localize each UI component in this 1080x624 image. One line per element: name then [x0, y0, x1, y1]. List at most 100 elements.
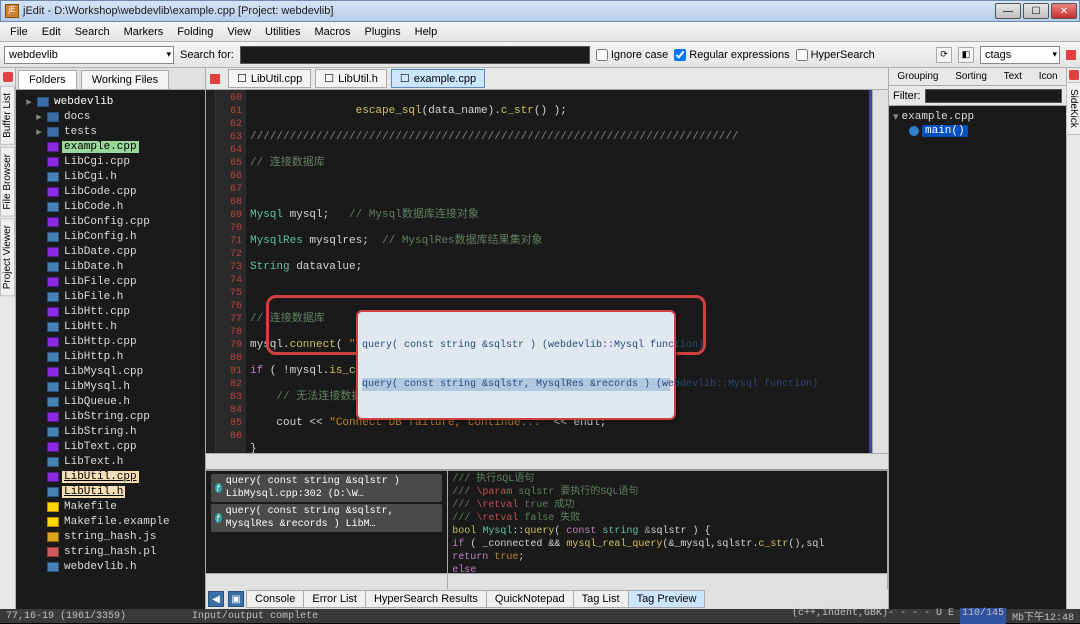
tree-file[interactable]: LibDate.h [20, 259, 201, 274]
code-editor[interactable]: escape_sql(data_name).c_str() ); ///////… [246, 90, 872, 453]
regex-checkbox[interactable]: Regular expressions [674, 49, 789, 61]
dock-close-icon[interactable] [3, 72, 13, 82]
toolbar-button-2[interactable]: ◧ [958, 47, 974, 63]
tree-file[interactable]: LibMysql.cpp [20, 364, 201, 379]
ctags-combo[interactable]: ctags [980, 46, 1060, 64]
tab-workingfiles[interactable]: Working Files [81, 70, 169, 89]
tree-file[interactable]: LibText.cpp [20, 439, 201, 454]
buffer-close-icon[interactable] [210, 74, 220, 84]
buffer-example-cpp[interactable]: ☐example.cpp [391, 69, 485, 88]
tree-file[interactable]: LibCode.h [20, 199, 201, 214]
tree-file[interactable]: LibString.cpp [20, 409, 201, 424]
buffer-libutil-cpp[interactable]: ☐LibUtil.cpp [228, 69, 311, 88]
minimize-button[interactable]: — [995, 3, 1021, 19]
dock-button-close[interactable]: ▣ [228, 591, 244, 607]
menu-search[interactable]: Search [69, 24, 116, 40]
mode-icon[interactable]: Icon [1039, 71, 1058, 82]
tree-file[interactable]: webdevlib.h [20, 559, 201, 574]
mode-sorting[interactable]: Sorting [955, 71, 987, 82]
search-label: Search for: [180, 49, 234, 61]
left-dock-tabs: Buffer List File Browser Project Viewer [0, 68, 16, 609]
tree-file[interactable]: string_hash.js [20, 529, 201, 544]
mode-grouping[interactable]: Grouping [897, 71, 938, 82]
dock-button-left[interactable]: ◀ [208, 591, 224, 607]
tree-file[interactable]: LibFile.cpp [20, 274, 201, 289]
sidekick-close-icon[interactable] [1066, 50, 1076, 60]
tab-tagpreview[interactable]: Tag Preview [628, 590, 706, 608]
menu-edit[interactable]: Edit [36, 24, 67, 40]
menu-plugins[interactable]: Plugins [359, 24, 407, 40]
status-clock: Mb下午12:48 [1012, 608, 1074, 624]
hypersearch-checkbox[interactable]: HyperSearch [796, 49, 875, 61]
status-position: 77,16-19 (1961/3359) [6, 611, 126, 622]
tree-file[interactable]: LibUtil.h [20, 484, 201, 499]
dock-tab-filebrowser[interactable]: File Browser [0, 147, 15, 217]
tab-quicknotepad[interactable]: QuickNotepad [486, 590, 574, 608]
structure-tree[interactable]: ▾example.cpp main() [889, 106, 1066, 609]
tab-hypersearch[interactable]: HyperSearch Results [365, 590, 487, 608]
tree-file[interactable]: LibFile.h [20, 289, 201, 304]
editor-area: ☐LibUtil.cpp ☐LibUtil.h ☐example.cpp 606… [206, 68, 888, 609]
ignorecase-checkbox[interactable]: Ignore case [596, 49, 668, 61]
tagpreview-pane[interactable]: /// 执行SQL语句 /// \param sqlstr 要执行的SQL语句 … [448, 471, 887, 573]
mode-text[interactable]: Text [1004, 71, 1022, 82]
menu-markers[interactable]: Markers [118, 24, 170, 40]
tree-file[interactable]: Makefile [20, 499, 201, 514]
tree-file[interactable]: LibString.h [20, 424, 201, 439]
tab-folders[interactable]: Folders [18, 70, 77, 89]
tree-file[interactable]: string_hash.pl [20, 544, 201, 559]
line-gutter[interactable]: 6061626364656667686970717273747576777879… [216, 90, 246, 453]
right-margin-line [869, 90, 872, 453]
br-hscroll[interactable] [448, 573, 887, 589]
tree-file[interactable]: LibText.h [20, 454, 201, 469]
tree-file[interactable]: LibConfig.cpp [20, 214, 201, 229]
dock-tab-projectviewer[interactable]: Project Viewer [0, 218, 15, 296]
tree-file[interactable]: LibHtt.cpp [20, 304, 201, 319]
project-combo[interactable]: webdevlib [4, 46, 174, 64]
tree-file[interactable]: LibHtt.h [20, 319, 201, 334]
taglist-pane[interactable]: ƒquery( const string &sqlstr ) LibMysql.… [206, 471, 447, 573]
tree-file[interactable]: LibCgi.cpp [20, 154, 201, 169]
right-dock-close-icon[interactable] [1069, 70, 1079, 80]
tab-console[interactable]: Console [246, 590, 304, 608]
dock-tab-sidekick[interactable]: SideKick [1066, 82, 1080, 135]
menu-help[interactable]: Help [409, 24, 444, 40]
menubar: File Edit Search Markers Folding View Ut… [0, 22, 1080, 42]
menu-file[interactable]: File [4, 24, 34, 40]
editor-vscroll[interactable] [872, 90, 888, 453]
tree-file[interactable]: LibHttp.h [20, 349, 201, 364]
tag-chip-2[interactable]: ƒquery( const string &sqlstr, MysqlRes &… [211, 504, 442, 532]
tree-file[interactable]: Makefile.example [20, 514, 201, 529]
dock-tab-bufferlist[interactable]: Buffer List [0, 86, 15, 145]
editor-hscroll[interactable] [206, 453, 888, 469]
tree-file[interactable]: LibConfig.h [20, 229, 201, 244]
search-input[interactable] [240, 46, 590, 64]
project-tree[interactable]: ▸webdevlib ▸docs ▸tests example.cppLibCg… [16, 90, 205, 609]
buffer-libutil-h[interactable]: ☐LibUtil.h [315, 69, 387, 88]
tree-file[interactable]: LibUtil.cpp [20, 469, 201, 484]
bottom-split: ƒquery( const string &sqlstr ) LibMysql.… [206, 469, 888, 589]
menu-macros[interactable]: Macros [308, 24, 356, 40]
tab-taglist[interactable]: Tag List [573, 590, 629, 608]
bl-hscroll[interactable] [206, 573, 447, 589]
tree-file[interactable]: LibQueue.h [20, 394, 201, 409]
menu-utilities[interactable]: Utilities [259, 24, 306, 40]
status-memory[interactable]: 110/145 [960, 608, 1006, 624]
menu-view[interactable]: View [221, 24, 257, 40]
toolbar-button-1[interactable]: ⟳ [936, 47, 952, 63]
completion-popup[interactable]: query( const string &sqlstr ) (webdevlib… [356, 310, 676, 420]
tree-file[interactable]: LibCode.cpp [20, 184, 201, 199]
tree-file[interactable]: LibMysql.h [20, 379, 201, 394]
menu-folding[interactable]: Folding [171, 24, 219, 40]
tree-file[interactable]: example.cpp [20, 139, 201, 154]
tree-file[interactable]: LibDate.cpp [20, 244, 201, 259]
maximize-button[interactable]: ☐ [1023, 3, 1049, 19]
status-message: Input/output complete [192, 611, 318, 622]
close-button[interactable]: ✕ [1051, 3, 1077, 19]
tree-file[interactable]: LibCgi.h [20, 169, 201, 184]
tag-chip-1[interactable]: ƒquery( const string &sqlstr ) LibMysql.… [211, 474, 442, 502]
marker-strip[interactable] [206, 90, 216, 453]
tab-errorlist[interactable]: Error List [303, 590, 366, 608]
tree-file[interactable]: LibHttp.cpp [20, 334, 201, 349]
filter-input[interactable] [925, 89, 1063, 103]
